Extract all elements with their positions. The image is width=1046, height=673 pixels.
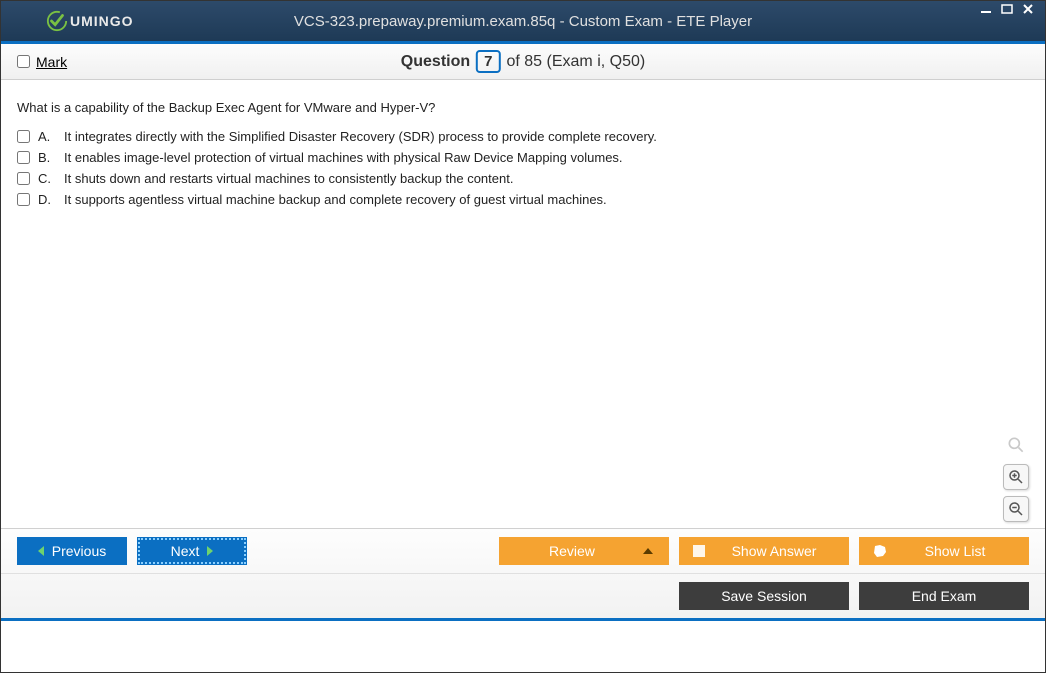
answer-option[interactable]: A. It integrates directly with the Simpl…: [17, 129, 1029, 144]
search-icon[interactable]: [1003, 432, 1029, 458]
question-word: Question: [401, 53, 470, 71]
minimize-button[interactable]: [979, 3, 997, 17]
answer-option[interactable]: B. It enables image-level protection of …: [17, 150, 1029, 165]
next-label: Next: [171, 543, 200, 559]
answer-checkbox[interactable]: [17, 130, 30, 143]
answer-list: A. It integrates directly with the Simpl…: [17, 129, 1029, 207]
footer: Previous Next Review Show Answer Show Li…: [1, 528, 1045, 618]
next-button[interactable]: Next: [137, 537, 247, 565]
previous-label: Previous: [52, 543, 106, 559]
zoom-in-button[interactable]: [1003, 464, 1029, 490]
answer-text: It integrates directly with the Simplifi…: [64, 129, 657, 144]
answer-text: It supports agentless virtual machine ba…: [64, 192, 607, 207]
answer-text: It shuts down and restarts virtual machi…: [64, 171, 513, 186]
review-button[interactable]: Review: [499, 537, 669, 565]
answer-letter: D.: [38, 192, 56, 207]
close-button[interactable]: [1021, 3, 1039, 17]
save-session-label: Save Session: [721, 588, 807, 604]
answer-letter: A.: [38, 129, 56, 144]
show-list-label: Show List: [895, 543, 1015, 559]
answer-option[interactable]: D. It supports agentless virtual machine…: [17, 192, 1029, 207]
answer-checkbox[interactable]: [17, 193, 30, 206]
answer-checkbox[interactable]: [17, 172, 30, 185]
show-answer-button[interactable]: Show Answer: [679, 537, 849, 565]
question-indicator: Question 7 of 85 (Exam i, Q50): [401, 50, 645, 73]
save-session-button[interactable]: Save Session: [679, 582, 849, 610]
answer-letter: B.: [38, 150, 56, 165]
end-exam-button[interactable]: End Exam: [859, 582, 1029, 610]
square-icon: [693, 545, 705, 557]
show-list-button[interactable]: Show List: [859, 537, 1029, 565]
footer-row-secondary: Save Session End Exam: [1, 573, 1045, 618]
maximize-button[interactable]: [1000, 3, 1018, 17]
question-header: Mark Question 7 of 85 (Exam i, Q50): [1, 44, 1045, 80]
question-number: 7: [476, 50, 500, 73]
window-title: VCS-323.prepaway.premium.exam.85q - Cust…: [294, 13, 752, 30]
mark-checkbox-wrap[interactable]: Mark: [17, 54, 67, 70]
zoom-out-button[interactable]: [1003, 496, 1029, 522]
arrow-right-icon: [207, 546, 213, 556]
answer-letter: C.: [38, 171, 56, 186]
answer-option[interactable]: C. It shuts down and restarts virtual ma…: [17, 171, 1029, 186]
list-icon: [873, 544, 887, 558]
arrow-left-icon: [38, 546, 44, 556]
question-content: What is a capability of the Backup Exec …: [1, 80, 1045, 528]
mark-label[interactable]: Mark: [36, 54, 67, 70]
question-text: What is a capability of the Backup Exec …: [17, 100, 1029, 115]
window-controls: [979, 3, 1039, 17]
answer-checkbox[interactable]: [17, 151, 30, 164]
show-answer-label: Show Answer: [713, 543, 835, 559]
question-of-text: of 85 (Exam i, Q50): [506, 53, 645, 71]
footer-row-primary: Previous Next Review Show Answer Show Li…: [1, 529, 1045, 573]
end-exam-label: End Exam: [912, 588, 977, 604]
mark-checkbox[interactable]: [17, 55, 30, 68]
zoom-controls: [1003, 432, 1029, 522]
logo-check-icon: [46, 10, 68, 32]
accent-line-bottom: [1, 618, 1045, 621]
arrow-up-icon: [643, 548, 653, 554]
logo-text: UMINGO: [70, 13, 134, 29]
titlebar: UMINGO VCS-323.prepaway.premium.exam.85q…: [1, 1, 1045, 41]
answer-text: It enables image-level protection of vir…: [64, 150, 623, 165]
review-label: Review: [549, 543, 595, 559]
logo: UMINGO: [46, 10, 134, 32]
previous-button[interactable]: Previous: [17, 537, 127, 565]
